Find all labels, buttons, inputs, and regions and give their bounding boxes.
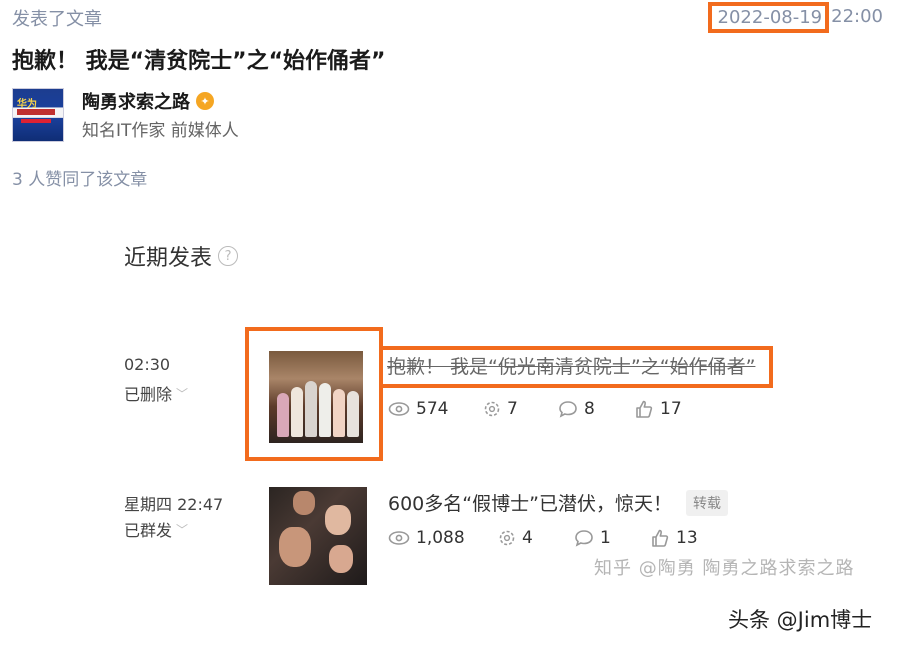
- publish-datetime: 2022-08-19 22:00: [707, 2, 883, 36]
- comments-stat: 8: [558, 399, 634, 419]
- comments-count: 8: [584, 399, 595, 419]
- post-status[interactable]: 已群发 ﹀: [124, 517, 188, 541]
- post-status[interactable]: 已删除 ﹀: [124, 381, 188, 405]
- shares-count: 4: [522, 528, 533, 548]
- author-avatar[interactable]: 华为: [12, 88, 64, 142]
- post-title[interactable]: 抱歉！ 我是“倪光南清贫院士”之“始作俑者”: [387, 350, 769, 384]
- likes-count-stat: 13: [676, 528, 698, 548]
- post-status-label: 已群发: [124, 521, 173, 540]
- recent-title-text: 近期发表: [124, 246, 213, 271]
- comments-count: 1: [600, 528, 611, 548]
- post-stats: 574 7 8 17: [388, 399, 682, 419]
- views-stat: 574: [388, 399, 483, 419]
- post-thumbnail-highlight: [245, 327, 383, 461]
- likes-stat: 17: [634, 399, 682, 419]
- thumb-person: [291, 387, 303, 437]
- thumb-face: [329, 545, 353, 573]
- publish-time: 22:00: [831, 6, 883, 27]
- zhihu-watermark: 知乎 @陶勇 陶勇之路求索之路: [594, 558, 855, 579]
- author-description: 知名IT作家 前媒体人: [82, 121, 239, 141]
- views-stat: 1,088: [388, 528, 498, 548]
- author-name[interactable]: 陶勇求索之路: [82, 88, 190, 114]
- thumb-person: [319, 383, 331, 437]
- likes-count[interactable]: 3 人赞同了该文章: [12, 165, 147, 190]
- post-stats: 1,088 4 1 13: [388, 528, 698, 548]
- article-title[interactable]: 抱歉！ 我是“清贫院士”之“始作俑者”: [12, 43, 386, 75]
- post-thumbnail[interactable]: [269, 351, 363, 443]
- repost-tag: 转载: [685, 489, 728, 516]
- post-title[interactable]: 600多名“假博士”已潜伏，惊天！: [388, 489, 672, 516]
- thumbs-up-icon: [636, 400, 653, 418]
- comment-icon: [559, 401, 577, 418]
- thumb-face: [279, 527, 311, 567]
- thumb-person: [333, 389, 345, 437]
- thumb-person: [305, 381, 317, 437]
- chevron-down-icon: ﹀: [176, 386, 189, 401]
- published-label: 发表了文章: [12, 9, 102, 30]
- views-count: 1,088: [416, 528, 465, 548]
- avatar-book-text: 华为: [17, 99, 37, 110]
- likes-stat: 13: [650, 528, 698, 548]
- shares-stat: 7: [483, 399, 558, 419]
- thumb-person: [347, 391, 359, 437]
- thumbs-up-icon: [652, 529, 669, 547]
- avatar-stripe: [17, 109, 55, 115]
- shares-count: 7: [507, 399, 518, 419]
- views-count: 574: [416, 399, 449, 419]
- thumb-face: [325, 505, 351, 535]
- post-thumbnail[interactable]: [269, 487, 367, 585]
- share-gear-icon: [499, 530, 515, 546]
- verified-badge-icon: ✦: [196, 92, 214, 110]
- eye-icon: [388, 402, 410, 416]
- shares-stat: 4: [498, 528, 574, 548]
- post-title-row: 600多名“假博士”已潜伏，惊天！ 转载: [388, 489, 728, 516]
- post-status-label: 已删除: [124, 385, 173, 404]
- help-icon[interactable]: ?: [218, 246, 239, 266]
- toutiao-watermark: 头条 @Jim博士: [728, 608, 873, 632]
- post-time: 星期四 22:47: [124, 495, 224, 514]
- eye-icon: [388, 531, 410, 545]
- comment-icon: [575, 530, 593, 547]
- recent-posts-title: 近期发表 ?: [124, 240, 239, 272]
- author-name-row[interactable]: 陶勇求索之路 ✦: [82, 88, 214, 114]
- comments-stat: 1: [574, 528, 650, 548]
- thumb-person: [277, 393, 289, 437]
- share-gear-icon: [484, 401, 500, 417]
- publish-date: 2022-08-19: [707, 2, 830, 33]
- thumb-face: [293, 491, 315, 515]
- post-title-highlight: 抱歉！ 我是“倪光南清贫院士”之“始作俑者”: [379, 346, 773, 388]
- post-time: 02:30: [124, 355, 171, 374]
- likes-count-stat: 17: [660, 399, 682, 419]
- avatar-stripe-2: [21, 119, 51, 123]
- chevron-down-icon: ﹀: [176, 522, 189, 537]
